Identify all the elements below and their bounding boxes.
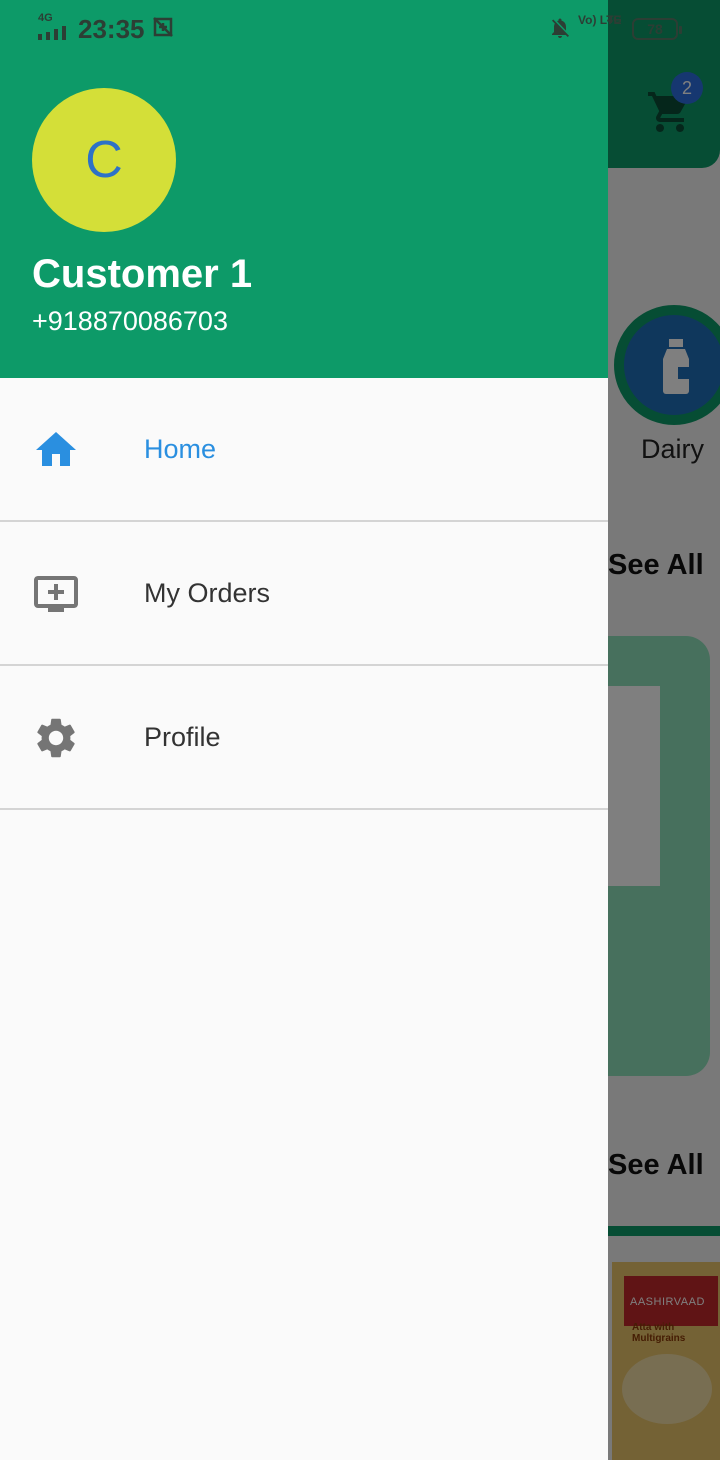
gear-icon [37,718,75,758]
monitor-plus-icon [34,576,78,612]
clock: 23:35 [78,14,145,44]
menu-item-home[interactable]: Home [0,378,608,522]
network-type-secondary: 4G [607,14,622,26]
menu-item-my-orders[interactable]: My Orders [0,522,608,666]
menu-item-profile[interactable]: Profile [0,666,608,810]
user-name: Customer 1 [32,252,253,296]
battery-icon: 78 [632,18,682,40]
user-phone: +918870086703 [32,306,228,336]
sync-off-icon [153,17,173,37]
bell-off-icon [552,18,569,38]
avatar: C [32,88,176,232]
menu-item-label: Profile [144,722,221,752]
menu-item-label: My Orders [144,578,271,608]
status-bar: 4G 23:35 Vo) LTE 4G 78 [0,0,720,56]
menu-item-label: Home [144,434,217,464]
network-type: 4G [38,12,53,24]
home-icon [36,432,76,466]
drawer-header: C Customer 1 +918870086703 [0,0,608,378]
navigation-drawer: C Customer 1 +918870086703 Home My Order… [0,0,608,1460]
signal-icon [38,26,66,40]
